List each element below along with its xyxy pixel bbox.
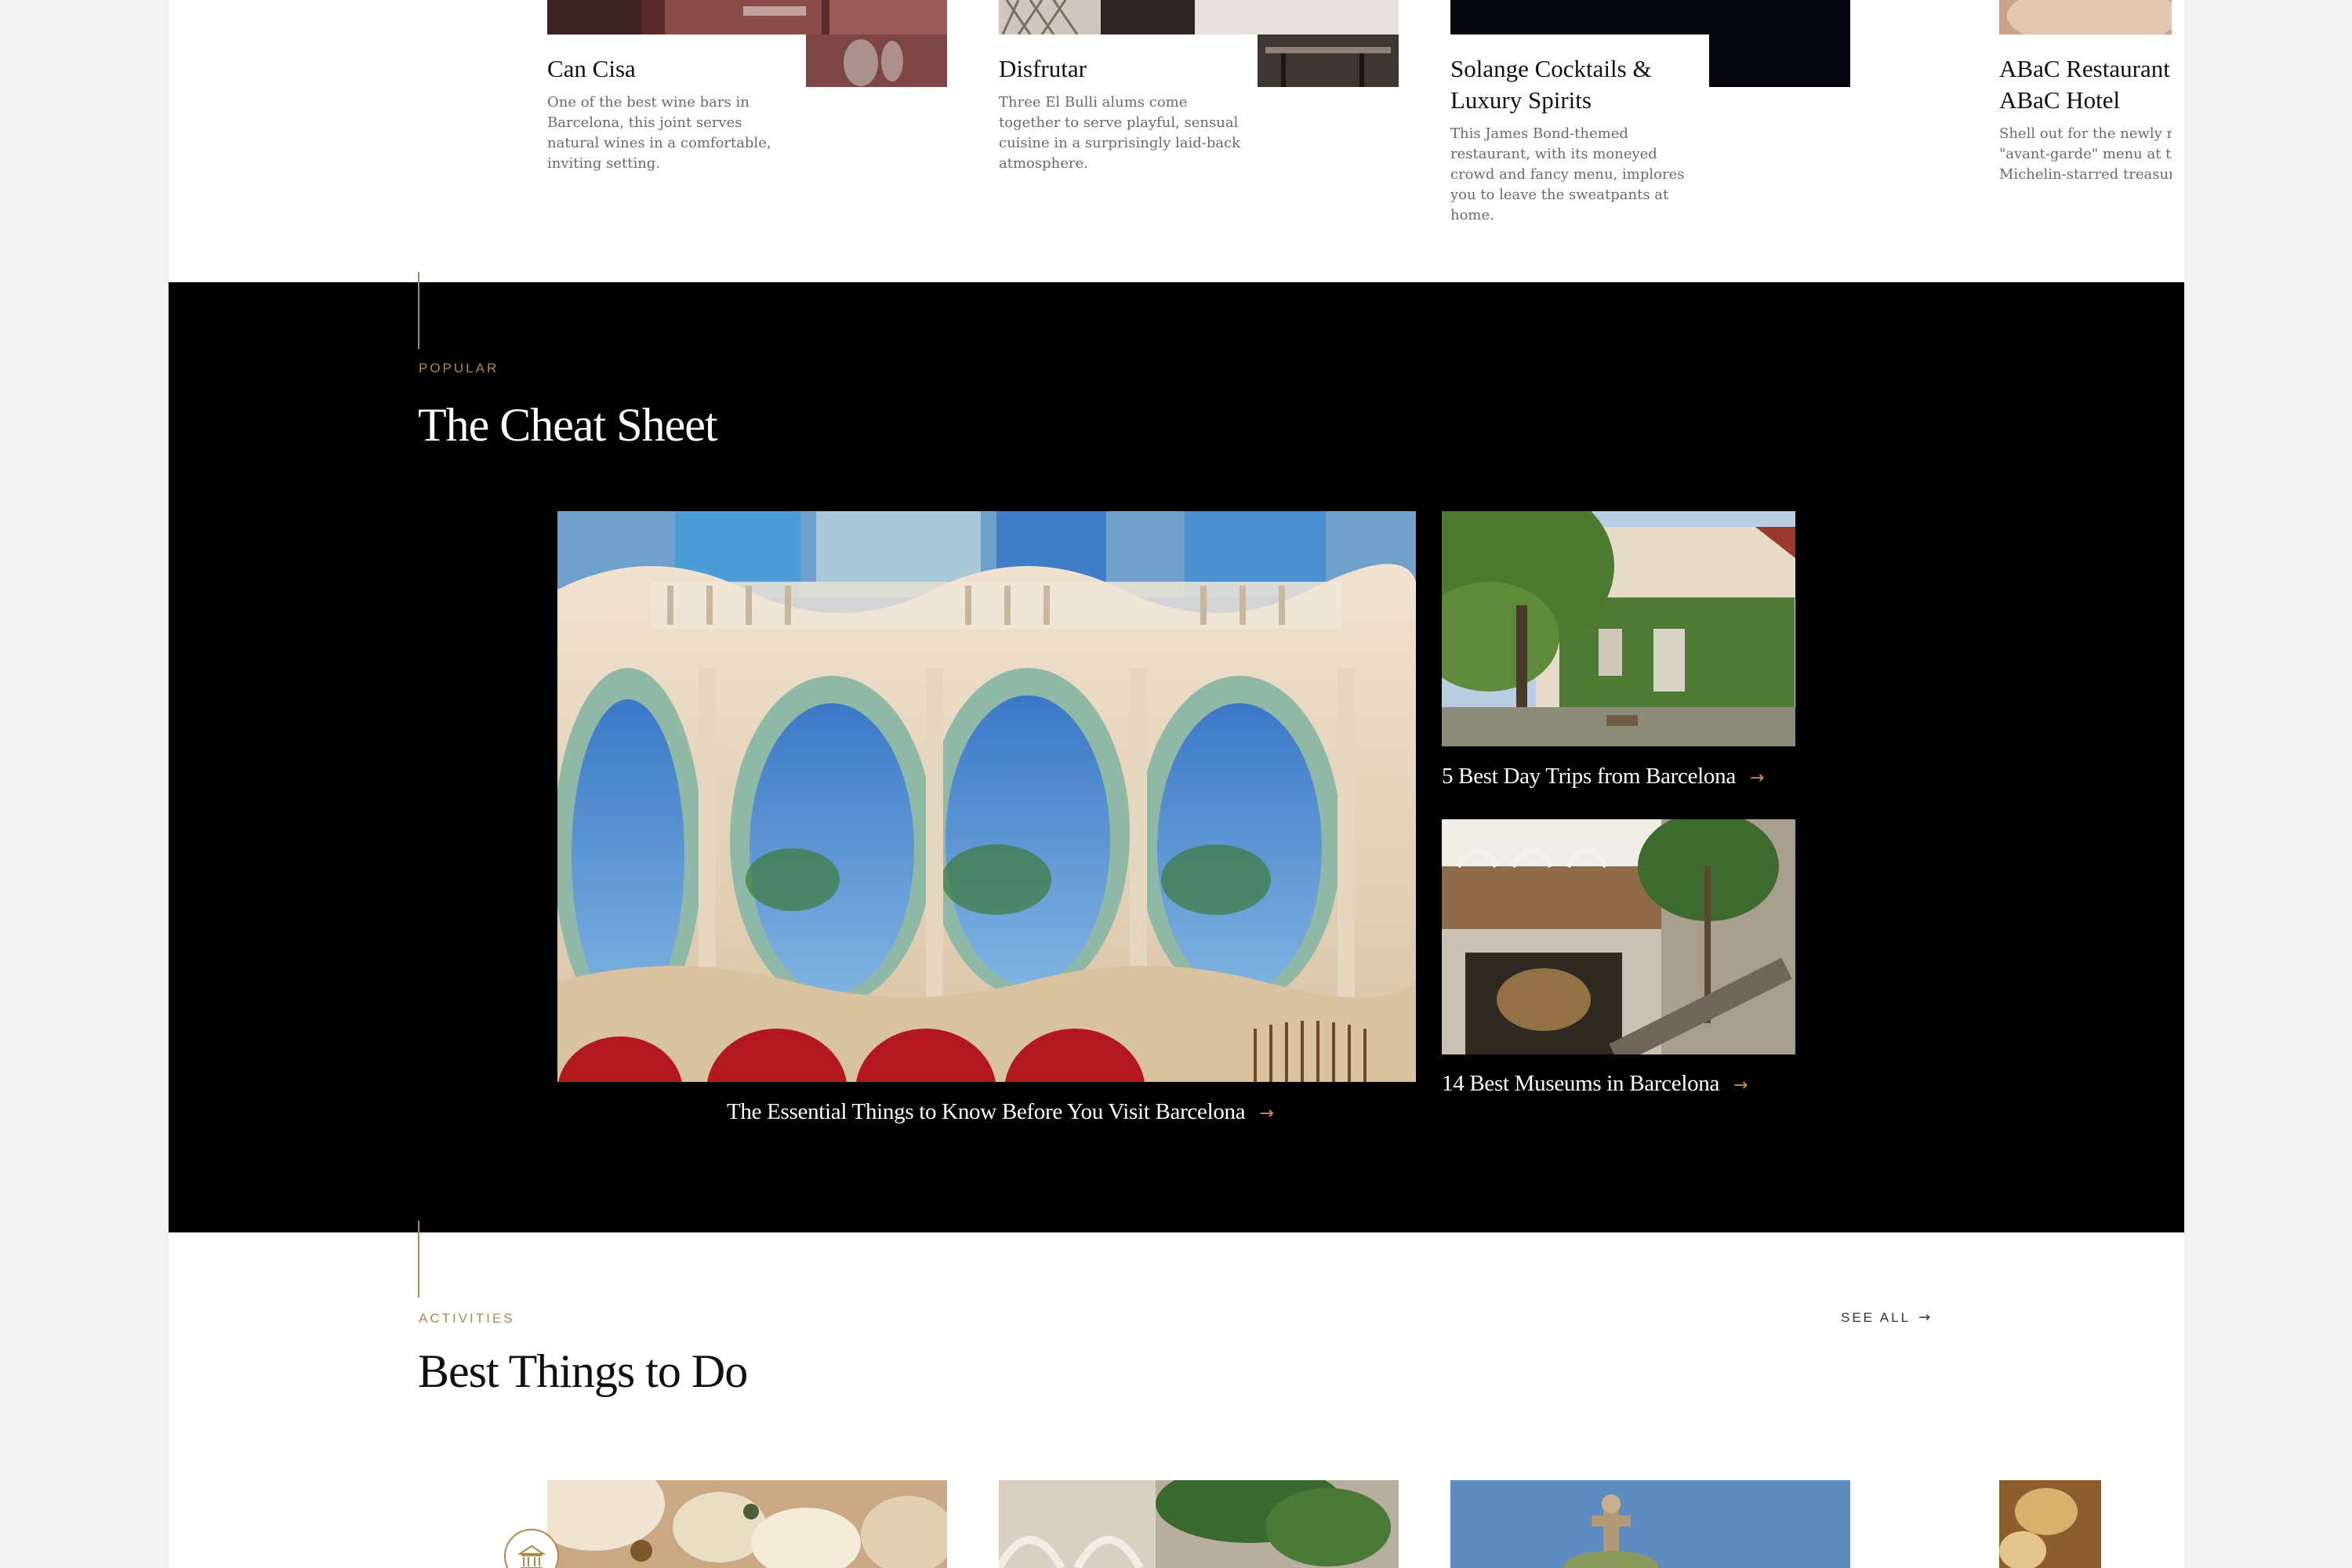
arrow-right-icon[interactable]: →	[1750, 768, 1764, 788]
arrow-right-icon[interactable]: →	[1259, 1104, 1273, 1123]
side-link[interactable]: 14 Best Museums in Barcelona →	[1442, 1071, 1748, 1097]
cheat-sheet-section: POPULAR The Cheat Sheet The Essential Th…	[169, 272, 2184, 1232]
restaurant-card-can-cisa[interactable]: Can Cisa One of the best wine bars in Ba…	[547, 0, 947, 235]
feature-link[interactable]: The Essential Things to Know Before You …	[727, 1099, 1274, 1125]
page: Can Cisa One of the best wine bars in Ba…	[169, 0, 2184, 1568]
side-caption[interactable]: 14 Best Museums in Barcelona	[1442, 1071, 1719, 1096]
activity-card[interactable]	[999, 1480, 1399, 1568]
see-all-label[interactable]: SEE ALL	[1841, 1310, 1911, 1325]
activity-card[interactable]	[1999, 1480, 2101, 1568]
activity-card[interactable]	[547, 1480, 947, 1568]
restaurant-description: Three El Bulli alums come together to se…	[999, 94, 1241, 172]
section-eyebrow: POPULAR	[419, 361, 499, 376]
section-accent-line	[418, 272, 419, 349]
side-caption[interactable]: 5 Best Day Trips from Barcelona	[1442, 764, 1736, 789]
restaurant-title[interactable]: Can Cisa	[547, 53, 806, 85]
arrow-right-icon[interactable]: →	[1733, 1076, 1748, 1095]
side-image-museums[interactable]	[1442, 819, 1795, 1054]
restaurant-description: This James Bond-themed restaurant, with …	[1450, 125, 1685, 223]
section-accent-line	[418, 1221, 419, 1298]
carousel-clip: ABaC Restaurant & ABaC Hotel Shell out f…	[1999, 0, 2172, 235]
museum-icon	[504, 1529, 559, 1568]
restaurant-card-abac[interactable]: ABaC Restaurant & ABaC Hotel Shell out f…	[1999, 0, 2172, 235]
restaurant-description: One of the best wine bars in Barcelona, …	[547, 94, 771, 172]
restaurant-title[interactable]: Disfrutar	[999, 53, 1258, 85]
section-title: Best Things to Do	[418, 1345, 748, 1397]
arrow-right-icon[interactable]: →	[1918, 1309, 1933, 1326]
feature-image-casa-batllo[interactable]	[557, 511, 1416, 1082]
restaurant-card-solange[interactable]: Solange Cocktails & Luxury Spirits This …	[1450, 0, 1850, 235]
restaurant-title[interactable]: Solange Cocktails & Luxury Spirits	[1450, 53, 1709, 116]
side-link[interactable]: 5 Best Day Trips from Barcelona →	[1442, 764, 1764, 789]
see-all-link[interactable]: SEE ALL →	[1841, 1309, 1933, 1326]
restaurant-card-disfrutar[interactable]: Disfrutar Three El Bulli alums come toge…	[999, 0, 1399, 235]
restaurant-description: Shell out for the newly named "avant-gar…	[1999, 125, 2172, 183]
side-image-day-trips[interactable]	[1442, 511, 1795, 746]
section-eyebrow: ACTIVITIES	[419, 1311, 515, 1326]
restaurant-title[interactable]: ABaC Restaurant & ABaC Hotel	[1999, 53, 2172, 116]
activity-card[interactable]	[1450, 1480, 1850, 1568]
section-title: The Cheat Sheet	[418, 399, 718, 451]
feature-caption[interactable]: The Essential Things to Know Before You …	[727, 1099, 1246, 1124]
